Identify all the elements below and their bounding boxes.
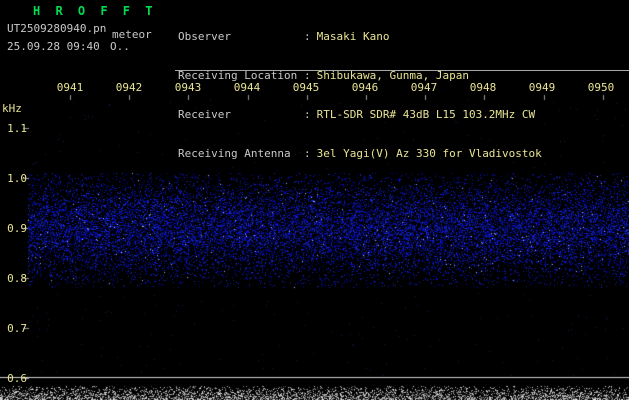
meta-label: Receiving Antenna [178, 147, 304, 160]
x-tick-label: 0942 [116, 81, 143, 94]
meta-label: Receiver [178, 108, 304, 121]
y-axis-unit: kHz [2, 102, 22, 115]
x-tick-label: 0947 [411, 81, 438, 94]
station-info: Observer : Masaki Kano Receiving Locatio… [178, 4, 542, 186]
meta-row-observer: Observer : Masaki Kano [178, 30, 542, 43]
meta-colon: : [304, 30, 311, 43]
y-tick-label: 0.7 [0, 322, 27, 335]
y-tick-label: 0.8 [0, 272, 27, 285]
y-tick-label: 1.1 [0, 122, 27, 135]
x-tick-label: 0944 [234, 81, 261, 94]
counter-label: O.. [110, 40, 130, 53]
hrofft-window: H R O F F T UT2509280940.pn meteor 25.09… [0, 0, 629, 400]
meta-colon: : [304, 147, 311, 160]
x-tick-label: 0945 [293, 81, 320, 94]
header-divider [175, 70, 629, 71]
output-filename: UT2509280940.pn [7, 22, 106, 35]
datetime-label: 25.09.28 09:40 [7, 40, 100, 53]
x-tick-label: 0946 [352, 81, 379, 94]
meta-row-receiver: Receiver : RTL-SDR SDR# 43dB L15 103.2MH… [178, 108, 542, 121]
meta-value: RTL-SDR SDR# 43dB L15 103.2MHz CW [317, 108, 536, 121]
x-tick-label: 0949 [529, 81, 556, 94]
x-tick-label: 0943 [175, 81, 202, 94]
meta-value: 3el Yagi(V) Az 330 for Vladivostok [317, 147, 542, 160]
x-tick-label: 0950 [588, 81, 615, 94]
meta-label: Observer [178, 30, 304, 43]
x-tick-label: 0948 [470, 81, 497, 94]
meta-value: Masaki Kano [317, 30, 390, 43]
y-tick-label: 0.6 [0, 372, 27, 385]
meta-row-antenna: Receiving Antenna : 3el Yagi(V) Az 330 f… [178, 147, 542, 160]
y-tick-label: 0.9 [0, 222, 27, 235]
y-tick-label: 1.0 [0, 172, 27, 185]
x-tick-label: 0941 [57, 81, 84, 94]
meta-colon: : [304, 108, 311, 121]
app-title: H R O F F T [33, 4, 156, 18]
